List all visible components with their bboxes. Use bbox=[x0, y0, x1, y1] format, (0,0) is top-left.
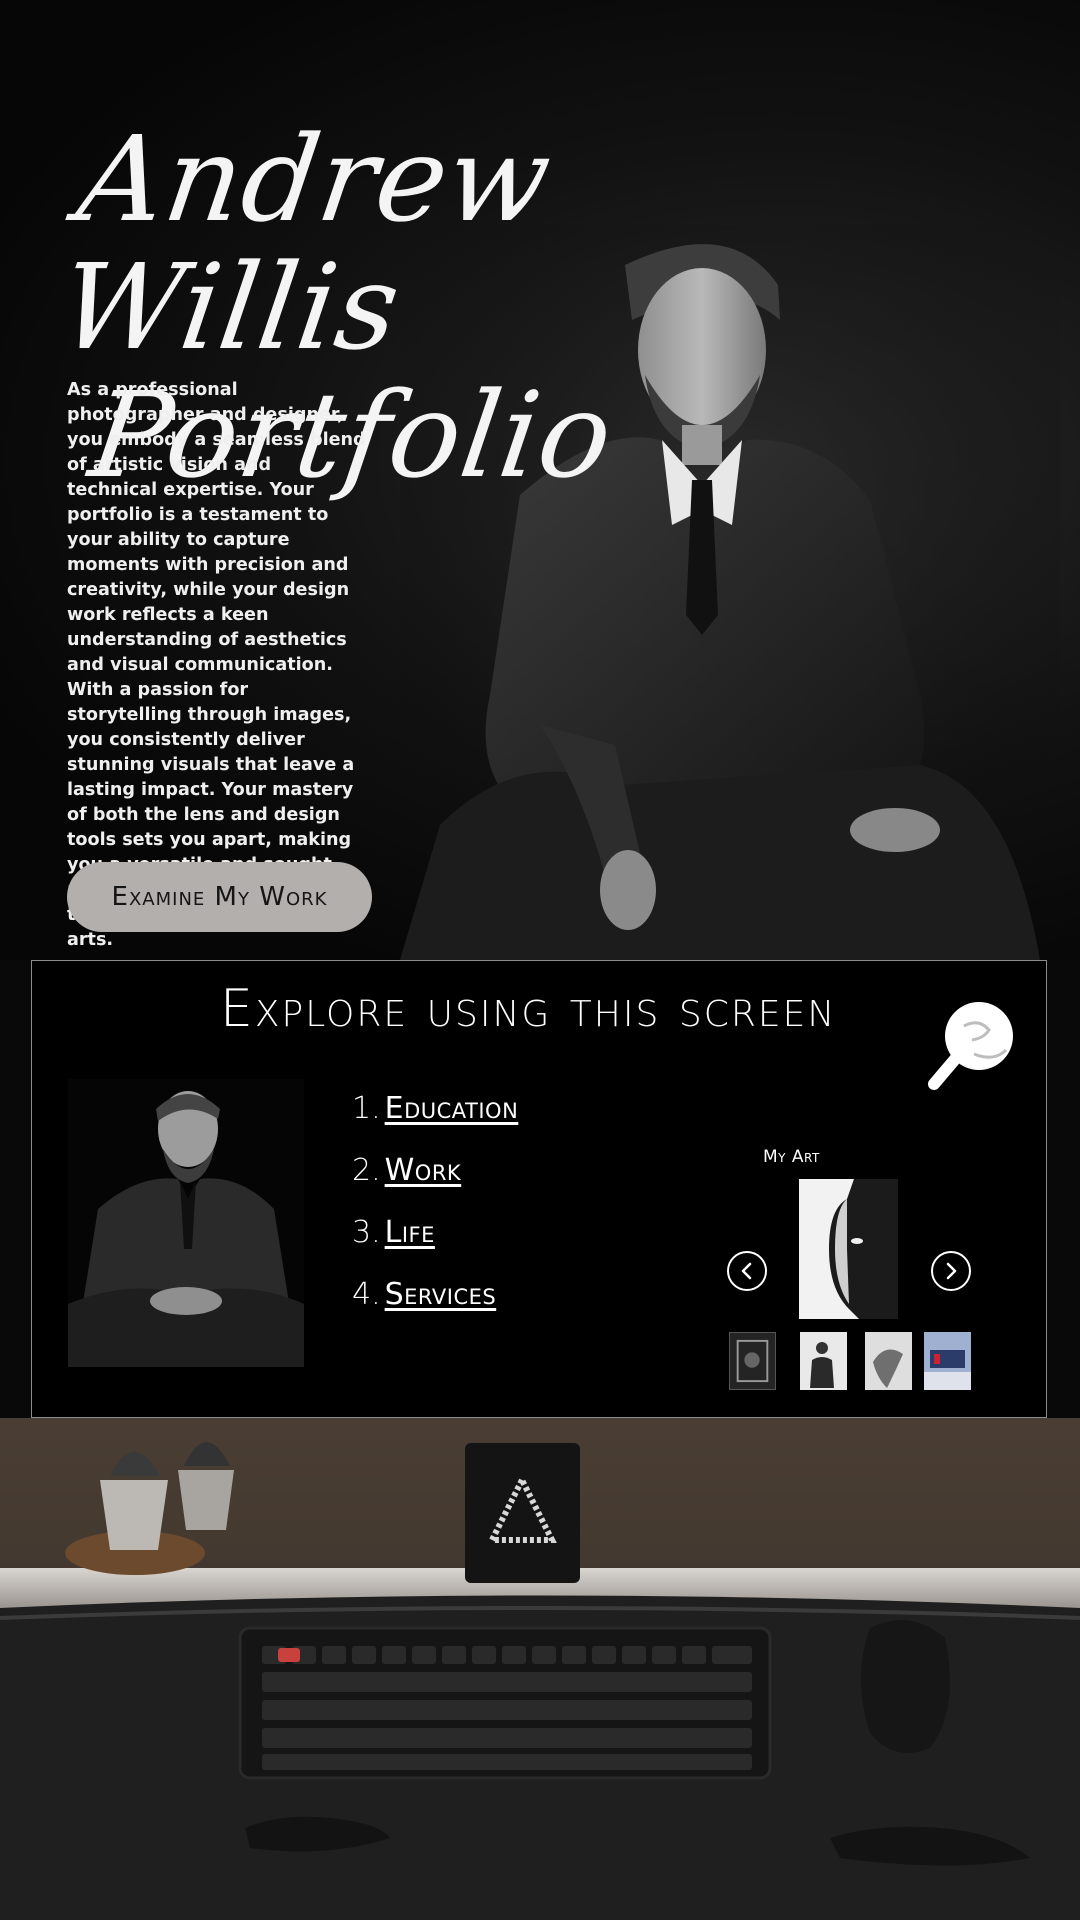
gallery-prev-button[interactable] bbox=[727, 1251, 767, 1291]
title-line-1: Andrew Willis bbox=[52, 110, 560, 377]
nav-link-education[interactable]: Education bbox=[385, 1091, 519, 1126]
nav-number: 3. bbox=[352, 1215, 381, 1250]
gallery-thumbnail-2[interactable] bbox=[800, 1332, 847, 1390]
nav-number: 4. bbox=[352, 1277, 381, 1312]
panel-portrait-image bbox=[68, 1079, 304, 1367]
gallery-main-image bbox=[799, 1179, 898, 1319]
nav-item-work: 2. Work bbox=[352, 1153, 518, 1215]
nav-link-services[interactable]: Services bbox=[385, 1277, 497, 1312]
hero-section: Andrew Willis Portfolio As a professiona… bbox=[0, 0, 1080, 960]
nav-list: 1. Education 2. Work 3. Life 4. Services bbox=[352, 1091, 518, 1339]
chevron-right-icon bbox=[946, 1262, 957, 1280]
nav-item-services: 4. Services bbox=[352, 1277, 518, 1339]
nav-link-work[interactable]: Work bbox=[385, 1153, 462, 1188]
gallery-thumbnail-3[interactable] bbox=[865, 1332, 912, 1390]
gallery-next-button[interactable] bbox=[931, 1251, 971, 1291]
nav-item-education: 1. Education bbox=[352, 1091, 518, 1153]
examine-work-button[interactable]: Examine My Work bbox=[67, 862, 372, 932]
monitor-screen-panel: Explore using this screen 1. Education 2… bbox=[31, 960, 1047, 1418]
pointing-hand-icon bbox=[928, 1002, 1013, 1090]
explore-heading: Explore using this screen bbox=[220, 979, 837, 1039]
nav-number: 1. bbox=[352, 1091, 381, 1126]
desk-scene-image bbox=[0, 1418, 1080, 1920]
gallery-thumbnail-1[interactable] bbox=[729, 1332, 776, 1390]
nav-number: 2. bbox=[352, 1153, 381, 1188]
nav-item-life: 3. Life bbox=[352, 1215, 518, 1277]
gallery-thumbnail-4[interactable] bbox=[924, 1332, 971, 1390]
nav-link-life[interactable]: Life bbox=[385, 1215, 435, 1250]
gallery-label: My Art bbox=[763, 1147, 820, 1167]
chevron-left-icon bbox=[741, 1262, 752, 1280]
